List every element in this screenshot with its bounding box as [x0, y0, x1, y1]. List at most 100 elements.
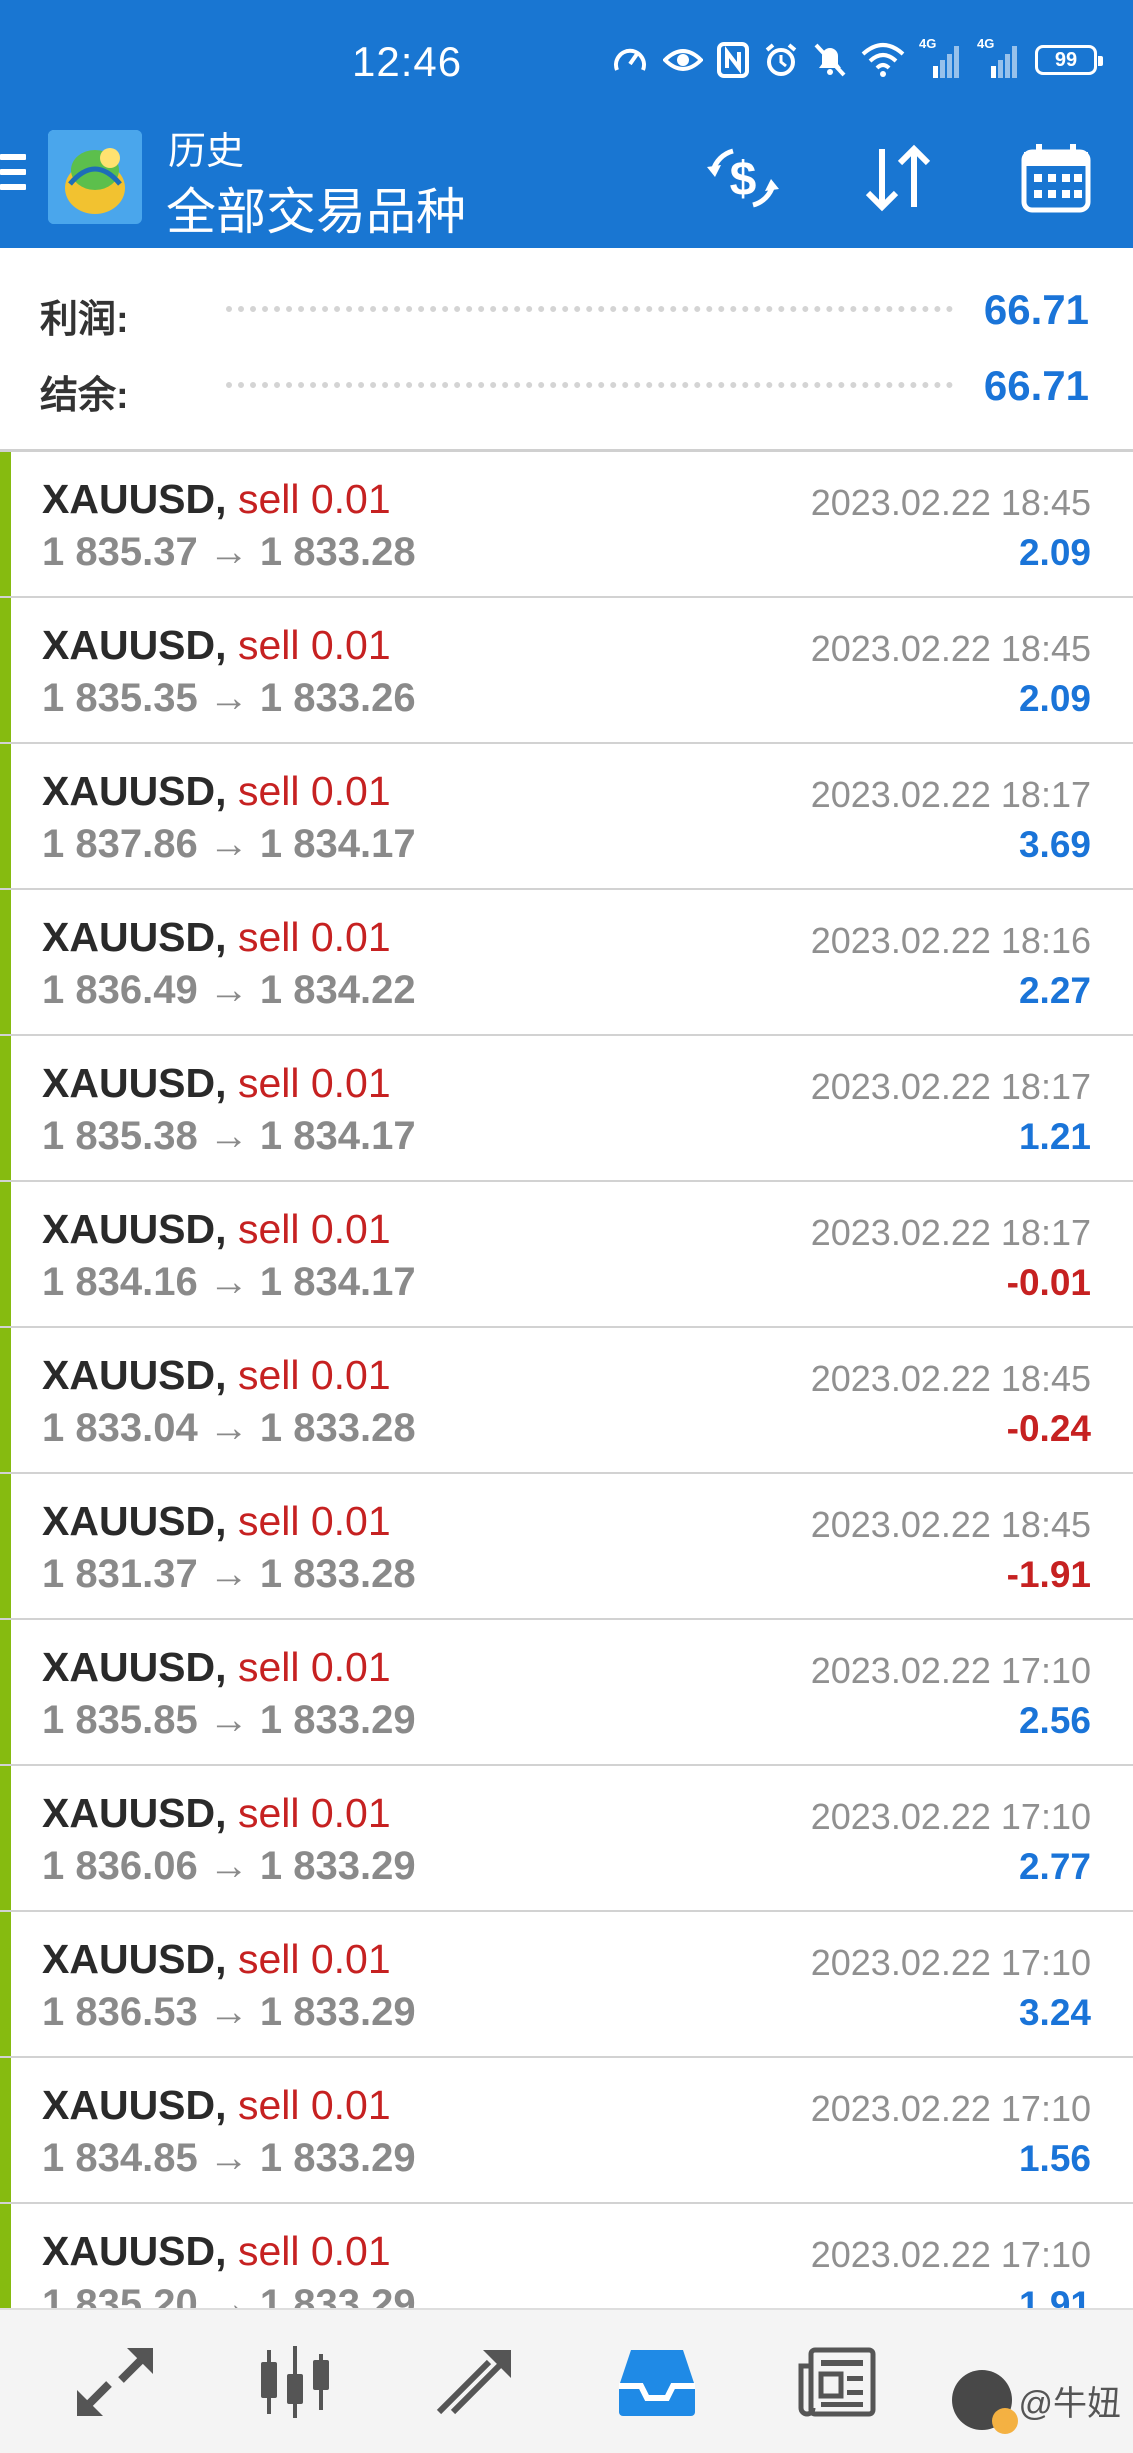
menu-icon[interactable] — [0, 154, 26, 202]
trade-icon[interactable] — [430, 2340, 520, 2424]
trade-time: 2023.02.22 17:10 — [810, 2088, 1091, 2129]
trade-time: 2023.02.22 17:10 — [810, 2234, 1091, 2275]
calendar-icon[interactable] — [1016, 138, 1096, 218]
trade-symbol: XAUUSD, — [42, 1790, 227, 1836]
trade-marker — [0, 1912, 11, 2056]
trade-prices: 1 836.49 → 1 834.22 — [42, 968, 416, 1012]
trade-prices: 1 835.35 → 1 833.26 — [42, 676, 416, 720]
trade-prices: 1 835.85 → 1 833.29 — [42, 1698, 416, 1742]
trade-side: sell 0.01 — [237, 914, 391, 960]
eye-icon — [663, 49, 703, 71]
watermark-avatar-icon — [952, 2370, 1019, 2434]
trade-row[interactable]: XAUUSD, sell 0.01 1 833.04 → 1 833.28 2023… — [0, 1328, 1133, 1474]
signal-2-icon: 4G — [977, 36, 1021, 78]
trade-profit: 2.27 — [1018, 970, 1091, 1011]
balance-row: 结余: 66.71 — [0, 352, 1133, 422]
trade-row[interactable]: XAUUSD, sell 0.01 1 835.85 → 1 833.29 2023… — [0, 1620, 1133, 1766]
trade-side: sell 0.01 — [237, 1352, 391, 1398]
trade-side: sell 0.01 — [237, 1936, 391, 1982]
trade-symbol: XAUUSD, — [42, 2228, 227, 2274]
trade-profit: 2.56 — [1018, 1700, 1091, 1741]
trade-profit: 3.24 — [1018, 1992, 1091, 2033]
trade-prices: 1 835.20 → 1 833.29 — [42, 2282, 416, 2308]
currency-exchange-icon[interactable]: $ — [703, 138, 783, 218]
app-logo — [48, 130, 142, 224]
trade-title: XAUUSD, sell 0.01 — [42, 1790, 391, 1837]
trade-symbol: XAUUSD, — [42, 476, 227, 522]
trade-profit: -1.91 — [1006, 1554, 1091, 1595]
balance-value: 66.71 — [983, 362, 1089, 409]
news-icon[interactable] — [792, 2340, 882, 2424]
trade-side: sell 0.01 — [237, 2082, 391, 2128]
trade-symbol: XAUUSD, — [42, 914, 227, 960]
trade-time: 2023.02.22 18:17 — [810, 1212, 1091, 1253]
page-title: 历史 — [168, 131, 245, 173]
trade-title: XAUUSD, sell 0.01 — [42, 914, 391, 961]
trade-row[interactable]: XAUUSD, sell 0.01 1 836.49 → 1 834.22 2023… — [0, 890, 1133, 1036]
sort-icon[interactable] — [858, 138, 938, 218]
trade-time: 2023.02.22 18:45 — [810, 628, 1091, 669]
status-time: 12:46 — [352, 38, 463, 85]
trade-row[interactable]: XAUUSD, sell 0.01 1 831.37 → 1 833.28 2023… — [0, 1474, 1133, 1620]
signal-1-icon: 4G — [919, 36, 963, 78]
balance-label: 结余: — [40, 375, 129, 417]
speed-icon — [614, 48, 646, 71]
trade-row[interactable]: XAUUSD, sell 0.01 1 836.06 → 1 833.29 2023… — [0, 1766, 1133, 1912]
trade-profit: 1.56 — [1018, 2138, 1091, 2179]
trade-prices: 1 834.85 → 1 833.29 — [42, 2136, 416, 2180]
nfc-icon — [717, 42, 749, 78]
trade-history-list[interactable]: XAUUSD, sell 0.01 1 835.37 → 1 833.28 2023… — [0, 452, 1133, 2308]
trade-side: sell 0.01 — [237, 476, 391, 522]
trade-row[interactable]: XAUUSD, sell 0.01 1 837.86 → 1 834.17 2023… — [0, 744, 1133, 890]
trade-side: sell 0.01 — [237, 768, 391, 814]
status-icons: 4G 4G 99 — [611, 36, 1103, 78]
trade-prices: 1 834.16 → 1 834.17 — [42, 1260, 416, 1304]
quotes-icon[interactable] — [70, 2340, 160, 2424]
battery-icon: 99 — [1035, 45, 1103, 75]
trade-row[interactable]: XAUUSD, sell 0.01 1 836.53 → 1 833.29 2023… — [0, 1912, 1133, 2058]
trade-title: XAUUSD, sell 0.01 — [42, 1060, 391, 1107]
chart-icon[interactable] — [250, 2340, 340, 2424]
trade-row[interactable]: XAUUSD, sell 0.01 1 835.38 → 1 834.17 2023… — [0, 1036, 1133, 1182]
trade-marker — [0, 598, 11, 742]
trade-marker — [0, 2058, 11, 2202]
trade-row[interactable]: XAUUSD, sell 0.01 1 835.35 → 1 833.26 2023… — [0, 598, 1133, 744]
trade-title: XAUUSD, sell 0.01 — [42, 1644, 391, 1691]
trade-marker — [0, 890, 11, 1034]
trade-time: 2023.02.22 18:17 — [810, 774, 1091, 815]
trade-title: XAUUSD, sell 0.01 — [42, 1206, 391, 1253]
trade-profit: 3.69 — [1018, 824, 1091, 865]
profit-value: 66.71 — [983, 286, 1089, 333]
trade-profit: 1.21 — [1018, 1116, 1091, 1157]
trade-title: XAUUSD, sell 0.01 — [42, 1498, 391, 1545]
trade-row[interactable]: XAUUSD, sell 0.01 1 834.85 → 1 833.29 2023… — [0, 2058, 1133, 2204]
alarm-icon — [765, 43, 797, 76]
dotted-leader — [226, 306, 953, 312]
wifi-icon — [861, 43, 905, 77]
trade-profit: 2.09 — [1018, 678, 1091, 719]
trade-row[interactable]: XAUUSD, sell 0.01 1 835.20 → 1 833.29 2023… — [0, 2204, 1133, 2308]
trade-symbol: XAUUSD, — [42, 1644, 227, 1690]
history-icon[interactable] — [612, 2340, 702, 2424]
trade-row[interactable]: XAUUSD, sell 0.01 1 835.37 → 1 833.28 2023… — [0, 452, 1133, 598]
trade-profit: 2.09 — [1018, 532, 1091, 573]
trade-symbol: XAUUSD, — [42, 768, 227, 814]
trade-prices: 1 835.37 → 1 833.28 — [42, 530, 416, 574]
trade-side: sell 0.01 — [237, 1790, 391, 1836]
trade-symbol: XAUUSD, — [42, 1936, 227, 1982]
trade-side: sell 0.01 — [237, 1206, 391, 1252]
bottom-navigation: @牛妞 — [0, 2308, 1133, 2453]
watermark: @牛妞 — [952, 2370, 1121, 2434]
trade-prices: 1 836.53 → 1 833.29 — [42, 1990, 416, 2034]
trade-side: sell 0.01 — [237, 1060, 391, 1106]
trade-marker — [0, 1328, 11, 1472]
symbol-filter[interactable]: 全部交易品种 — [166, 172, 466, 244]
trade-profit: 1.91 — [1018, 2284, 1091, 2308]
trade-title: XAUUSD, sell 0.01 — [42, 1352, 391, 1399]
watermark-text: @牛妞 — [1018, 2384, 1121, 2423]
trade-row[interactable]: XAUUSD, sell 0.01 1 834.16 → 1 834.17 2023… — [0, 1182, 1133, 1328]
dotted-leader — [226, 382, 953, 388]
app-bar: 历史 全部交易品种 $ — [0, 110, 1133, 248]
trade-marker — [0, 1182, 11, 1326]
trade-prices: 1 833.04 → 1 833.28 — [42, 1406, 416, 1450]
